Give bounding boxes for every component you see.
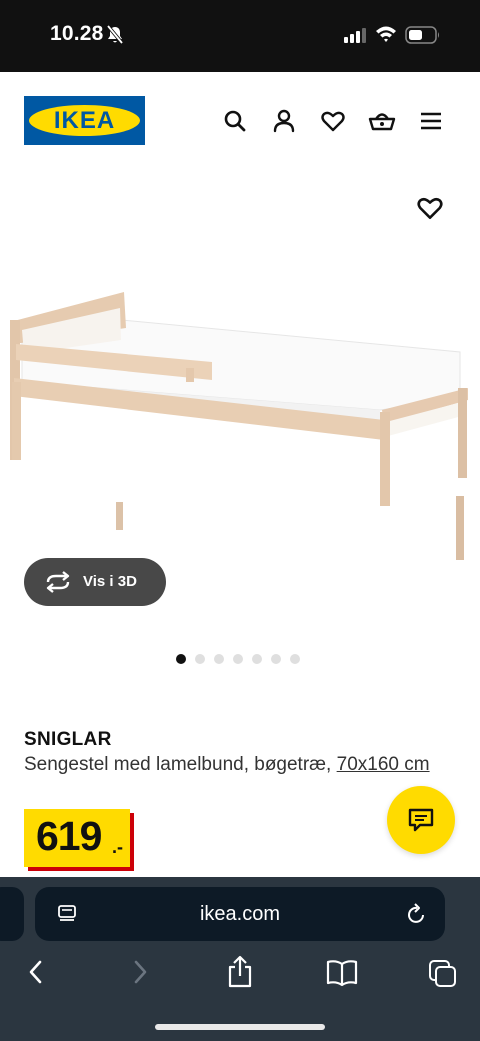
- carousel-dot[interactable]: [195, 654, 205, 664]
- price-tag: 619 .-: [24, 809, 130, 867]
- battery-icon: [405, 25, 441, 50]
- bell-slash-icon: [106, 24, 124, 50]
- page: 10.28 IKEA Vis i 3D SNIGLAR Sengestel me…: [0, 0, 480, 1041]
- heart-icon[interactable]: [320, 108, 346, 134]
- share-icon[interactable]: [226, 955, 254, 994]
- product-name: SNIGLAR: [24, 729, 112, 750]
- wifi-icon: [375, 25, 397, 48]
- site-header: IKEA: [0, 72, 480, 172]
- address-bar[interactable]: ikea.com: [35, 887, 445, 941]
- view-in-3d-button[interactable]: Vis i 3D: [24, 558, 166, 606]
- account-icon[interactable]: [271, 108, 297, 134]
- status-bar: 10.28: [0, 0, 480, 72]
- forward-icon[interactable]: [130, 959, 150, 990]
- product-gallery: Vis i 3D: [0, 172, 480, 692]
- carousel-dot[interactable]: [290, 654, 300, 664]
- signal-icon: [344, 27, 368, 48]
- price-value: 619: [36, 813, 102, 859]
- browser-toolbar: ikea.com: [0, 877, 480, 1041]
- carousel-dot[interactable]: [176, 654, 186, 664]
- view-in-3d-label: Vis i 3D: [83, 573, 137, 590]
- chat-icon: [408, 808, 434, 837]
- url-text: ikea.com: [199, 903, 281, 925]
- product-image[interactable]: [0, 282, 480, 572]
- carousel-dot[interactable]: [271, 654, 281, 664]
- carousel-dot[interactable]: [252, 654, 262, 664]
- logo-text: IKEA: [53, 107, 116, 134]
- bookmarks-icon[interactable]: [326, 959, 358, 992]
- product-description-text: Sengestel med lamelbund, bøgetræ,: [24, 754, 337, 775]
- previous-tab-peek[interactable]: [0, 887, 24, 941]
- add-to-favorites-button[interactable]: [416, 194, 444, 222]
- carousel-dot[interactable]: [214, 654, 224, 664]
- rotate-3d-icon: [44, 571, 72, 598]
- ikea-logo[interactable]: IKEA: [24, 96, 145, 145]
- tabs-icon[interactable]: [428, 959, 458, 994]
- menu-icon[interactable]: [418, 108, 444, 134]
- product-description: Sengestel med lamelbund, bøgetræ, 70x160…: [24, 753, 444, 777]
- search-icon[interactable]: [222, 108, 248, 134]
- product-size-link[interactable]: 70x160 cm: [337, 754, 430, 775]
- basket-icon[interactable]: [368, 108, 396, 134]
- status-time: 10.28: [50, 22, 104, 45]
- home-indicator: [155, 1024, 325, 1030]
- reload-icon[interactable]: [407, 903, 427, 930]
- chat-button[interactable]: [387, 786, 455, 854]
- carousel-dot[interactable]: [233, 654, 243, 664]
- carousel-dots: [176, 654, 300, 664]
- price-suffix: .-: [112, 837, 123, 857]
- back-icon[interactable]: [26, 959, 46, 990]
